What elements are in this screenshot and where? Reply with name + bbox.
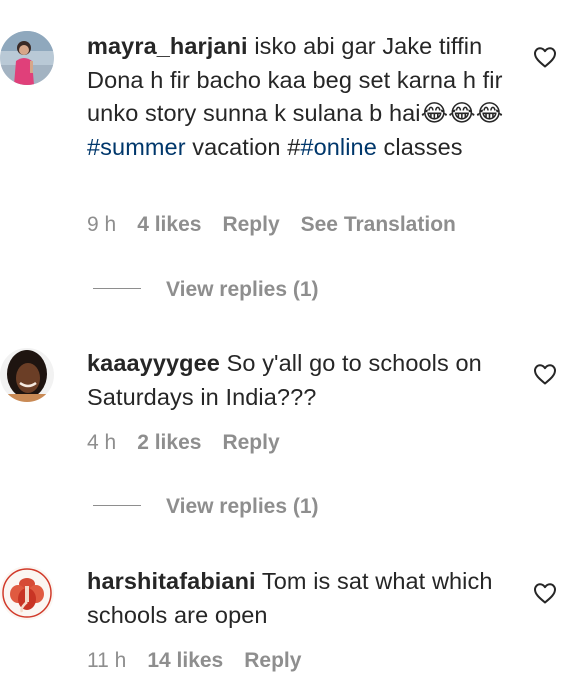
divider-line — [93, 504, 141, 507]
likes-count[interactable]: 4 likes — [137, 213, 201, 236]
username[interactable]: mayra_harjani — [87, 33, 248, 59]
comment-body: vacation # — [185, 133, 301, 160]
avatar[interactable] — [0, 31, 54, 85]
view-replies-button[interactable]: View replies (1) — [93, 495, 319, 519]
reply-button[interactable]: Reply — [244, 649, 301, 672]
timestamp: 11 h — [87, 649, 127, 672]
reply-button[interactable]: Reply — [222, 431, 279, 454]
hashtag-link[interactable]: #online — [300, 134, 377, 160]
heart-outline-icon[interactable] — [533, 582, 557, 604]
heart-outline-icon[interactable] — [533, 363, 557, 385]
comment-meta: 11 h 14 likes Reply — [87, 649, 322, 673]
likes-count[interactable]: 2 likes — [137, 431, 201, 454]
timestamp: 9 h — [87, 213, 117, 236]
view-replies-label: View replies (1) — [166, 278, 319, 301]
likes-count[interactable]: 14 likes — [147, 649, 223, 672]
username[interactable]: harshitafabiani — [87, 568, 256, 594]
view-replies-label: View replies (1) — [166, 495, 319, 518]
comment-body: classes — [376, 133, 463, 160]
avatar[interactable] — [0, 566, 54, 620]
comment-meta: 4 h 2 likes Reply — [87, 431, 301, 455]
username[interactable]: kaaayyygee — [87, 350, 220, 376]
comment-meta: 9 h 4 likes Reply See Translation — [87, 213, 477, 237]
comment-text: harshitafabiani Tom is sat what which sc… — [87, 565, 517, 632]
comment-text: kaaayyygee So y'all go to schools on Sat… — [87, 347, 517, 414]
divider-line — [93, 287, 141, 290]
see-translation-button[interactable]: See Translation — [301, 213, 456, 236]
view-replies-button[interactable]: View replies (1) — [93, 278, 319, 302]
comment-text: mayra_harjani isko abi gar Jake tiffin D… — [87, 30, 517, 164]
hashtag-link[interactable]: #summer — [87, 134, 186, 160]
reply-button[interactable]: Reply — [222, 213, 279, 236]
timestamp: 4 h — [87, 431, 117, 454]
heart-outline-icon[interactable] — [533, 46, 557, 68]
avatar[interactable] — [0, 348, 54, 402]
